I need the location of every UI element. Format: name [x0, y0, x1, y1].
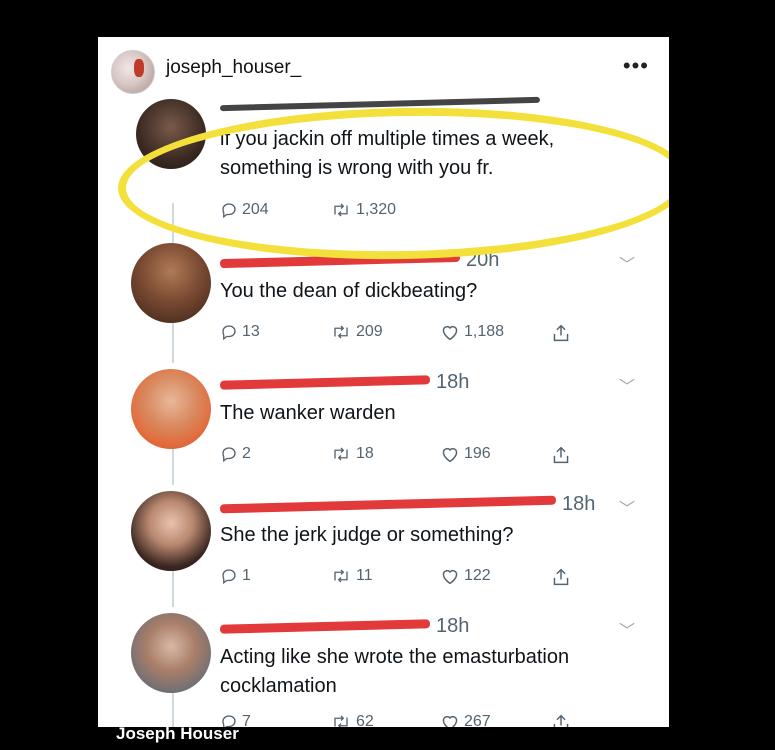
reply-count: 204	[242, 201, 269, 218]
tweet-item: 18h ﹀ Acting like she wrote the emasturb…	[98, 609, 669, 727]
retweet-count: 62	[356, 713, 374, 727]
tweet-time: 18h	[562, 493, 596, 515]
reply-button[interactable]: 13	[220, 323, 260, 341]
like-count: 1,188	[464, 323, 505, 340]
reply-count: 1	[242, 567, 251, 584]
retweet-icon	[334, 325, 348, 339]
tweet-header: 18h	[219, 615, 470, 638]
like-count: 196	[464, 445, 491, 462]
reply-icon	[222, 447, 236, 463]
like-count: 267	[464, 713, 491, 727]
tweet-screenshot: if you jackin off multiple times a week,…	[98, 96, 669, 727]
retweet-icon	[334, 203, 348, 217]
redacted-handle	[219, 252, 461, 269]
redacted-handle	[219, 619, 431, 634]
like-button[interactable]: 1,188	[440, 323, 504, 341]
like-button[interactable]: 196	[440, 445, 491, 463]
retweet-button[interactable]: 11	[330, 567, 373, 585]
profile-avatar[interactable]	[111, 50, 155, 94]
share-button[interactable]	[552, 567, 570, 587]
tweet-text: Acting like she wrote the emasturbation …	[220, 646, 570, 697]
tweet-item: 18h ﹀ The wanker warden 2 18 196	[98, 365, 669, 485]
share-button[interactable]	[552, 323, 570, 343]
avatar[interactable]	[131, 491, 211, 571]
tweet-actions: 1 11 122	[220, 567, 580, 593]
like-button[interactable]: 122	[440, 567, 491, 585]
retweet-button[interactable]: 1,320	[330, 201, 396, 219]
tweet-time: 18h	[436, 615, 470, 637]
avatar[interactable]	[131, 369, 211, 449]
footer-name: Joseph Houser	[116, 724, 239, 743]
redacted-handle	[219, 375, 431, 390]
reply-count: 7	[242, 713, 251, 727]
chevron-down-icon[interactable]: ﹀	[619, 617, 635, 641]
post-username[interactable]: joseph_houser_	[166, 57, 301, 79]
tweet-actions: 13 209 1,188	[220, 323, 580, 349]
chevron-down-icon[interactable]: ﹀	[619, 495, 635, 519]
share-icon	[553, 446, 569, 464]
reply-icon	[222, 203, 236, 219]
tweet-text: The wanker warden	[220, 402, 396, 424]
more-dots-icon[interactable]: •••	[623, 53, 649, 79]
tweet-actions: 204 1,320	[220, 201, 580, 227]
tweet-item: 20h ﹀ You the dean of dickbeating? 13 20…	[98, 243, 669, 363]
tweet-text: She the jerk judge or something?	[220, 524, 514, 546]
retweet-icon	[334, 569, 348, 583]
instagram-post-card: joseph_houser_ ••• if you jackin off mul…	[98, 37, 669, 727]
heart-icon	[442, 569, 458, 585]
reply-button[interactable]: 1	[220, 567, 251, 585]
reply-button[interactable]: 2	[220, 445, 251, 463]
retweet-icon	[334, 447, 348, 461]
share-icon	[553, 714, 569, 727]
share-icon	[553, 568, 569, 586]
tweet-text: if you jackin off multiple times a week,…	[220, 128, 555, 179]
reply-icon	[222, 569, 236, 585]
retweet-count: 11	[356, 567, 373, 584]
tweet-actions: 2 18 196	[220, 445, 580, 471]
tweet-header: 18h	[219, 371, 470, 394]
post-header: joseph_houser_ •••	[98, 37, 669, 105]
heart-icon	[442, 447, 458, 463]
avatar[interactable]	[136, 99, 206, 169]
retweet-icon	[334, 715, 348, 727]
chevron-down-icon[interactable]: ﹀	[619, 251, 635, 275]
reply-count: 2	[242, 445, 251, 462]
tweet-item: 18h ﹀ She the jerk judge or something? 1…	[98, 487, 669, 607]
reply-count: 13	[242, 323, 260, 340]
tweet-time: 18h	[436, 371, 470, 393]
tweet-actions: 7 62 267	[220, 713, 580, 727]
heart-icon	[442, 325, 458, 341]
tweet-text: You the dean of dickbeating?	[220, 280, 478, 302]
avatar[interactable]	[131, 613, 211, 693]
retweet-count: 209	[356, 323, 383, 340]
tweet-header	[219, 96, 541, 112]
redacted-handle	[219, 495, 557, 514]
tweet-header: 20h	[219, 249, 500, 272]
heart-icon	[442, 715, 458, 727]
like-count: 122	[464, 567, 491, 584]
retweet-button[interactable]: 62	[330, 713, 374, 727]
share-button[interactable]	[552, 713, 570, 727]
tweet-header: 18h	[219, 493, 596, 516]
like-button[interactable]: 267	[440, 713, 491, 727]
share-icon	[553, 324, 569, 342]
retweet-button[interactable]: 209	[330, 323, 383, 341]
tweet-time: 20h	[466, 249, 500, 271]
retweet-button[interactable]: 18	[330, 445, 374, 463]
reply-icon	[222, 325, 236, 341]
retweet-count: 18	[356, 445, 374, 462]
avatar[interactable]	[131, 243, 211, 323]
retweet-count: 1,320	[356, 201, 397, 218]
reply-button[interactable]: 204	[220, 201, 269, 219]
share-button[interactable]	[552, 445, 570, 465]
chevron-down-icon[interactable]: ﹀	[619, 373, 635, 397]
tweet-item: if you jackin off multiple times a week,…	[98, 96, 669, 219]
